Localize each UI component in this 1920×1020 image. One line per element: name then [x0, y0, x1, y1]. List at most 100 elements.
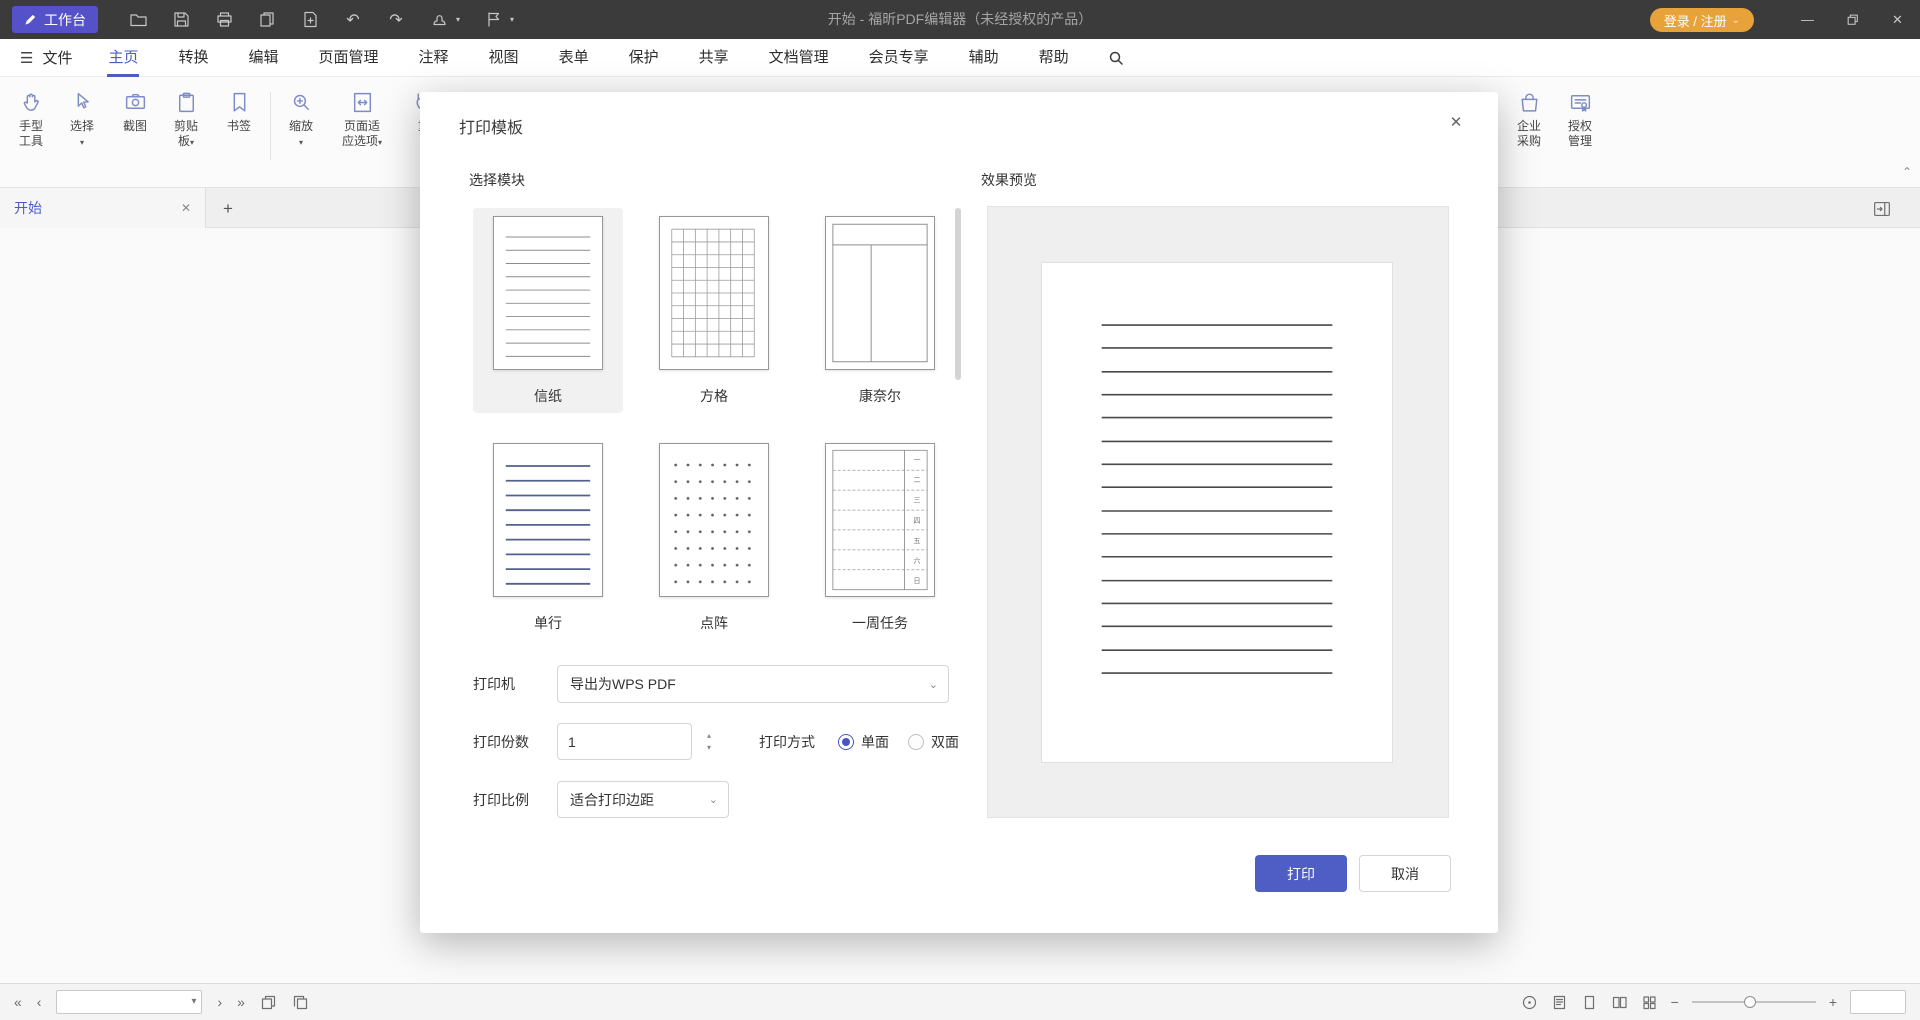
- collapse-toolbar-button[interactable]: ⌃: [1902, 165, 1912, 179]
- minimize-button[interactable]: —: [1785, 0, 1830, 39]
- restore-button[interactable]: [1830, 0, 1875, 39]
- stamp-caret-icon[interactable]: ▾: [456, 15, 460, 24]
- zoom-slider-thumb[interactable]: [1744, 996, 1756, 1008]
- caret-down-icon: ▾: [378, 138, 382, 147]
- weekly-thumbnail: 一 二 三 四 五 六 日: [825, 443, 935, 597]
- prev-page-button[interactable]: ‹: [37, 995, 42, 1009]
- tab-close-icon[interactable]: ✕: [181, 201, 191, 215]
- page-fit-icon: [350, 88, 375, 116]
- export-panel-button[interactable]: [1870, 197, 1894, 221]
- spin-up-icon[interactable]: ▴: [707, 732, 711, 740]
- spin-down-icon[interactable]: ▾: [707, 744, 711, 752]
- redo-icon[interactable]: ↷: [386, 10, 406, 30]
- camera-icon: [123, 88, 148, 116]
- facing-pages-button[interactable]: [1611, 994, 1628, 1011]
- menu-help[interactable]: 帮助: [1019, 39, 1089, 77]
- menu-page-manage[interactable]: 页面管理: [299, 39, 399, 77]
- menu-view[interactable]: 视图: [469, 39, 539, 77]
- reflow-view-button[interactable]: [1551, 994, 1568, 1011]
- menu-protect[interactable]: 保护: [609, 39, 679, 77]
- weekday-label: 五: [910, 538, 924, 545]
- export-panel-icon: [1871, 198, 1893, 220]
- template-card-grid[interactable]: 方格: [639, 208, 789, 413]
- close-window-button[interactable]: ✕: [1875, 0, 1920, 39]
- clipboard-tool-button[interactable]: 剪贴板▾: [158, 88, 214, 150]
- printer-value: 导出为WPS PDF: [570, 674, 676, 694]
- dialog-close-button[interactable]: ✕: [1442, 108, 1470, 136]
- menu-share[interactable]: 共享: [679, 39, 749, 77]
- hand-tool-button[interactable]: 手型工具: [3, 88, 59, 149]
- zoom-in-button[interactable]: +: [1829, 995, 1837, 1009]
- hand-icon: [19, 88, 44, 116]
- grid-view-button[interactable]: [1641, 994, 1658, 1011]
- pen-icon: [24, 13, 37, 26]
- menu-convert[interactable]: 转换: [158, 39, 228, 77]
- menu-form[interactable]: 表单: [539, 39, 609, 77]
- grid-thumbnail: [659, 216, 769, 370]
- workspace-button[interactable]: 工作台: [12, 6, 98, 33]
- next-view-button[interactable]: [292, 994, 309, 1011]
- single-page-button[interactable]: [1581, 994, 1598, 1011]
- template-label: 康奈尔: [859, 386, 901, 406]
- template-card-letter[interactable]: 信纸: [473, 208, 623, 413]
- new-tab-button[interactable]: +: [216, 197, 240, 221]
- zoom-tool-button[interactable]: 缩放▾: [273, 88, 329, 150]
- menu-doc-manage[interactable]: 文档管理: [749, 39, 849, 77]
- open-folder-icon[interactable]: [128, 10, 148, 30]
- print-button[interactable]: 打印: [1255, 855, 1347, 892]
- next-page-button[interactable]: ›: [217, 995, 222, 1009]
- copies-label: 打印份数: [473, 732, 557, 752]
- snapshot-tool-button[interactable]: 截图: [107, 88, 163, 134]
- tab-label: 开始: [14, 198, 181, 218]
- flag-caret-icon[interactable]: ▾: [510, 15, 514, 24]
- new-document-icon[interactable]: [300, 10, 320, 30]
- radio-simplex[interactable]: [838, 734, 854, 750]
- enterprise-purchase-button[interactable]: 企业采购: [1501, 88, 1557, 149]
- template-card-single-line[interactable]: 单行: [473, 435, 623, 640]
- menu-accessibility[interactable]: 辅助: [949, 39, 1019, 77]
- menu-member[interactable]: 会员专享: [849, 39, 949, 77]
- license-manage-button[interactable]: 授权管理: [1552, 88, 1608, 149]
- menu-home[interactable]: 主页: [88, 39, 158, 77]
- templates-scrollbar[interactable]: [955, 208, 961, 380]
- radio-simplex-label: 单面: [861, 732, 889, 752]
- template-card-cornell[interactable]: 康奈尔: [805, 208, 955, 413]
- bookmark-tool-button[interactable]: 书签: [211, 88, 267, 134]
- pan-mode-button[interactable]: [1521, 994, 1538, 1011]
- template-card-dots[interactable]: 点阵: [639, 435, 789, 640]
- flag-tool-icon[interactable]: [483, 10, 503, 30]
- scale-select[interactable]: 适合打印边距 ⌄: [557, 781, 729, 818]
- search-button[interactable]: [1103, 45, 1129, 71]
- first-page-button[interactable]: «: [14, 995, 22, 1009]
- prev-view-button[interactable]: [260, 994, 277, 1011]
- radio-duplex[interactable]: [908, 734, 924, 750]
- save-icon[interactable]: [171, 10, 191, 30]
- zoom-out-button[interactable]: −: [1671, 995, 1679, 1009]
- dots-thumbnail: [659, 443, 769, 597]
- zoom-level-input[interactable]: [1850, 990, 1906, 1014]
- copies-input[interactable]: [557, 723, 692, 760]
- tab-start[interactable]: 开始 ✕: [0, 188, 206, 228]
- printer-select[interactable]: 导出为WPS PDF ⌄: [557, 665, 949, 703]
- zoom-slider[interactable]: [1692, 1001, 1816, 1003]
- print-mode-label: 打印方式: [759, 732, 838, 752]
- tool-label: 缩放▾: [288, 119, 314, 150]
- copy-icon[interactable]: [257, 10, 277, 30]
- select-tool-button[interactable]: 选择▾: [54, 88, 110, 150]
- single-line-thumbnail: [493, 443, 603, 597]
- menu-edit[interactable]: 编辑: [229, 39, 299, 77]
- last-page-button[interactable]: »: [237, 995, 245, 1009]
- caret-down-icon: ▾: [191, 996, 196, 1007]
- search-icon: [1107, 49, 1125, 67]
- page-number-combo[interactable]: ▾: [56, 990, 202, 1014]
- print-icon[interactable]: [214, 10, 234, 30]
- tool-label: 书签: [226, 119, 252, 134]
- stamp-tool-icon[interactable]: [429, 10, 449, 30]
- undo-icon[interactable]: ↶: [343, 10, 363, 30]
- login-register-button[interactable]: 登录 / 注册 ⌄: [1650, 8, 1754, 32]
- file-menu-button[interactable]: ☰ 文件: [20, 47, 72, 68]
- menu-comment[interactable]: 注释: [399, 39, 469, 77]
- template-card-weekly[interactable]: 一 二 三 四 五 六 日 一周任务: [805, 435, 955, 640]
- cancel-button[interactable]: 取消: [1359, 855, 1451, 892]
- page-fit-tool-button[interactable]: 页面适应选项▾: [334, 88, 390, 150]
